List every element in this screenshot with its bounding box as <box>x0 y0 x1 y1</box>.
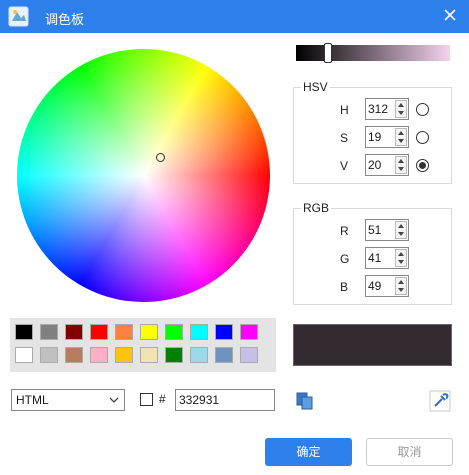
color-swatch[interactable] <box>165 324 183 340</box>
hsv-group-title: HSV <box>301 80 330 94</box>
swatch-panel <box>10 318 276 372</box>
chevron-down-icon[interactable] <box>109 396 119 404</box>
color-wheel[interactable] <box>17 49 270 302</box>
copy-icon[interactable] <box>294 390 316 412</box>
format-selected-value: HTML <box>16 393 49 407</box>
s-label: S <box>340 131 349 145</box>
spin-up-icon[interactable] <box>398 130 404 135</box>
color-swatch[interactable] <box>115 324 133 340</box>
color-swatch[interactable] <box>15 324 33 340</box>
r-spinbox[interactable]: 51 <box>365 219 409 241</box>
spin-up-icon[interactable] <box>398 223 404 228</box>
r-value: 51 <box>368 223 382 237</box>
spin-down-icon[interactable] <box>398 167 404 172</box>
g-label: G <box>340 252 350 266</box>
color-swatch[interactable] <box>140 347 158 363</box>
s-value: 19 <box>368 130 382 144</box>
spin-down-icon[interactable] <box>398 232 404 237</box>
color-swatch[interactable] <box>190 347 208 363</box>
h-radio[interactable] <box>416 103 429 116</box>
ok-button[interactable]: 确定 <box>265 438 352 466</box>
v-value: 20 <box>368 158 382 172</box>
s-spin-buttons[interactable] <box>395 128 407 146</box>
b-spin-buttons[interactable] <box>395 277 407 295</box>
palette-app-icon <box>8 6 29 27</box>
s-spinbox[interactable]: 19 <box>365 126 409 148</box>
value-slider-thumb[interactable] <box>324 43 332 63</box>
spin-down-icon[interactable] <box>398 260 404 265</box>
current-color-preview <box>293 324 452 366</box>
spin-up-icon[interactable] <box>398 102 404 107</box>
b-label: B <box>340 280 349 294</box>
h-value: 312 <box>368 102 389 116</box>
color-swatch[interactable] <box>40 347 58 363</box>
color-wheel-marker[interactable] <box>156 153 165 162</box>
color-swatch[interactable] <box>90 324 108 340</box>
color-swatch[interactable] <box>215 324 233 340</box>
s-radio[interactable] <box>416 131 429 144</box>
h-spin-buttons[interactable] <box>395 100 407 118</box>
format-select[interactable]: HTML <box>11 389 125 411</box>
spin-down-icon[interactable] <box>398 111 404 116</box>
color-swatch[interactable] <box>240 324 258 340</box>
b-value: 49 <box>368 279 382 293</box>
v-radio[interactable] <box>416 159 429 172</box>
g-value: 41 <box>368 251 382 265</box>
cancel-button[interactable]: 取消 <box>366 438 453 466</box>
color-swatch[interactable] <box>65 347 83 363</box>
hex-input[interactable]: 332931 <box>175 389 275 411</box>
v-spin-buttons[interactable] <box>395 156 407 174</box>
spin-down-icon[interactable] <box>398 139 404 144</box>
color-swatch[interactable] <box>215 347 233 363</box>
spin-up-icon[interactable] <box>398 251 404 256</box>
g-spinbox[interactable]: 41 <box>365 247 409 269</box>
r-spin-buttons[interactable] <box>395 221 407 239</box>
alpha-checkbox[interactable] <box>140 393 153 406</box>
h-spinbox[interactable]: 312 <box>365 98 409 120</box>
window-title: 调色板 <box>45 13 85 28</box>
g-spin-buttons[interactable] <box>395 249 407 267</box>
eyedropper-icon[interactable] <box>429 390 451 412</box>
v-radio-selected <box>419 162 426 169</box>
color-swatch[interactable] <box>65 324 83 340</box>
color-swatch[interactable] <box>190 324 208 340</box>
v-label: V <box>340 159 349 173</box>
spin-up-icon[interactable] <box>398 158 404 163</box>
spin-down-icon[interactable] <box>398 288 404 293</box>
spin-up-icon[interactable] <box>398 279 404 284</box>
hex-prefix: # <box>159 392 166 406</box>
color-swatch[interactable] <box>90 347 108 363</box>
color-swatch[interactable] <box>165 347 183 363</box>
value-slider-track[interactable] <box>296 45 450 61</box>
color-swatch[interactable] <box>15 347 33 363</box>
color-swatch[interactable] <box>240 347 258 363</box>
title-bar: 调色板 <box>0 0 469 33</box>
b-spinbox[interactable]: 49 <box>365 275 409 297</box>
hex-value: 332931 <box>179 393 220 407</box>
v-spinbox[interactable]: 20 <box>365 154 409 176</box>
h-label: H <box>340 103 349 117</box>
close-icon[interactable] <box>436 4 464 28</box>
r-label: R <box>340 224 349 238</box>
color-swatch[interactable] <box>140 324 158 340</box>
rgb-group-title: RGB <box>301 201 332 215</box>
color-swatch[interactable] <box>40 324 58 340</box>
color-swatch[interactable] <box>115 347 133 363</box>
